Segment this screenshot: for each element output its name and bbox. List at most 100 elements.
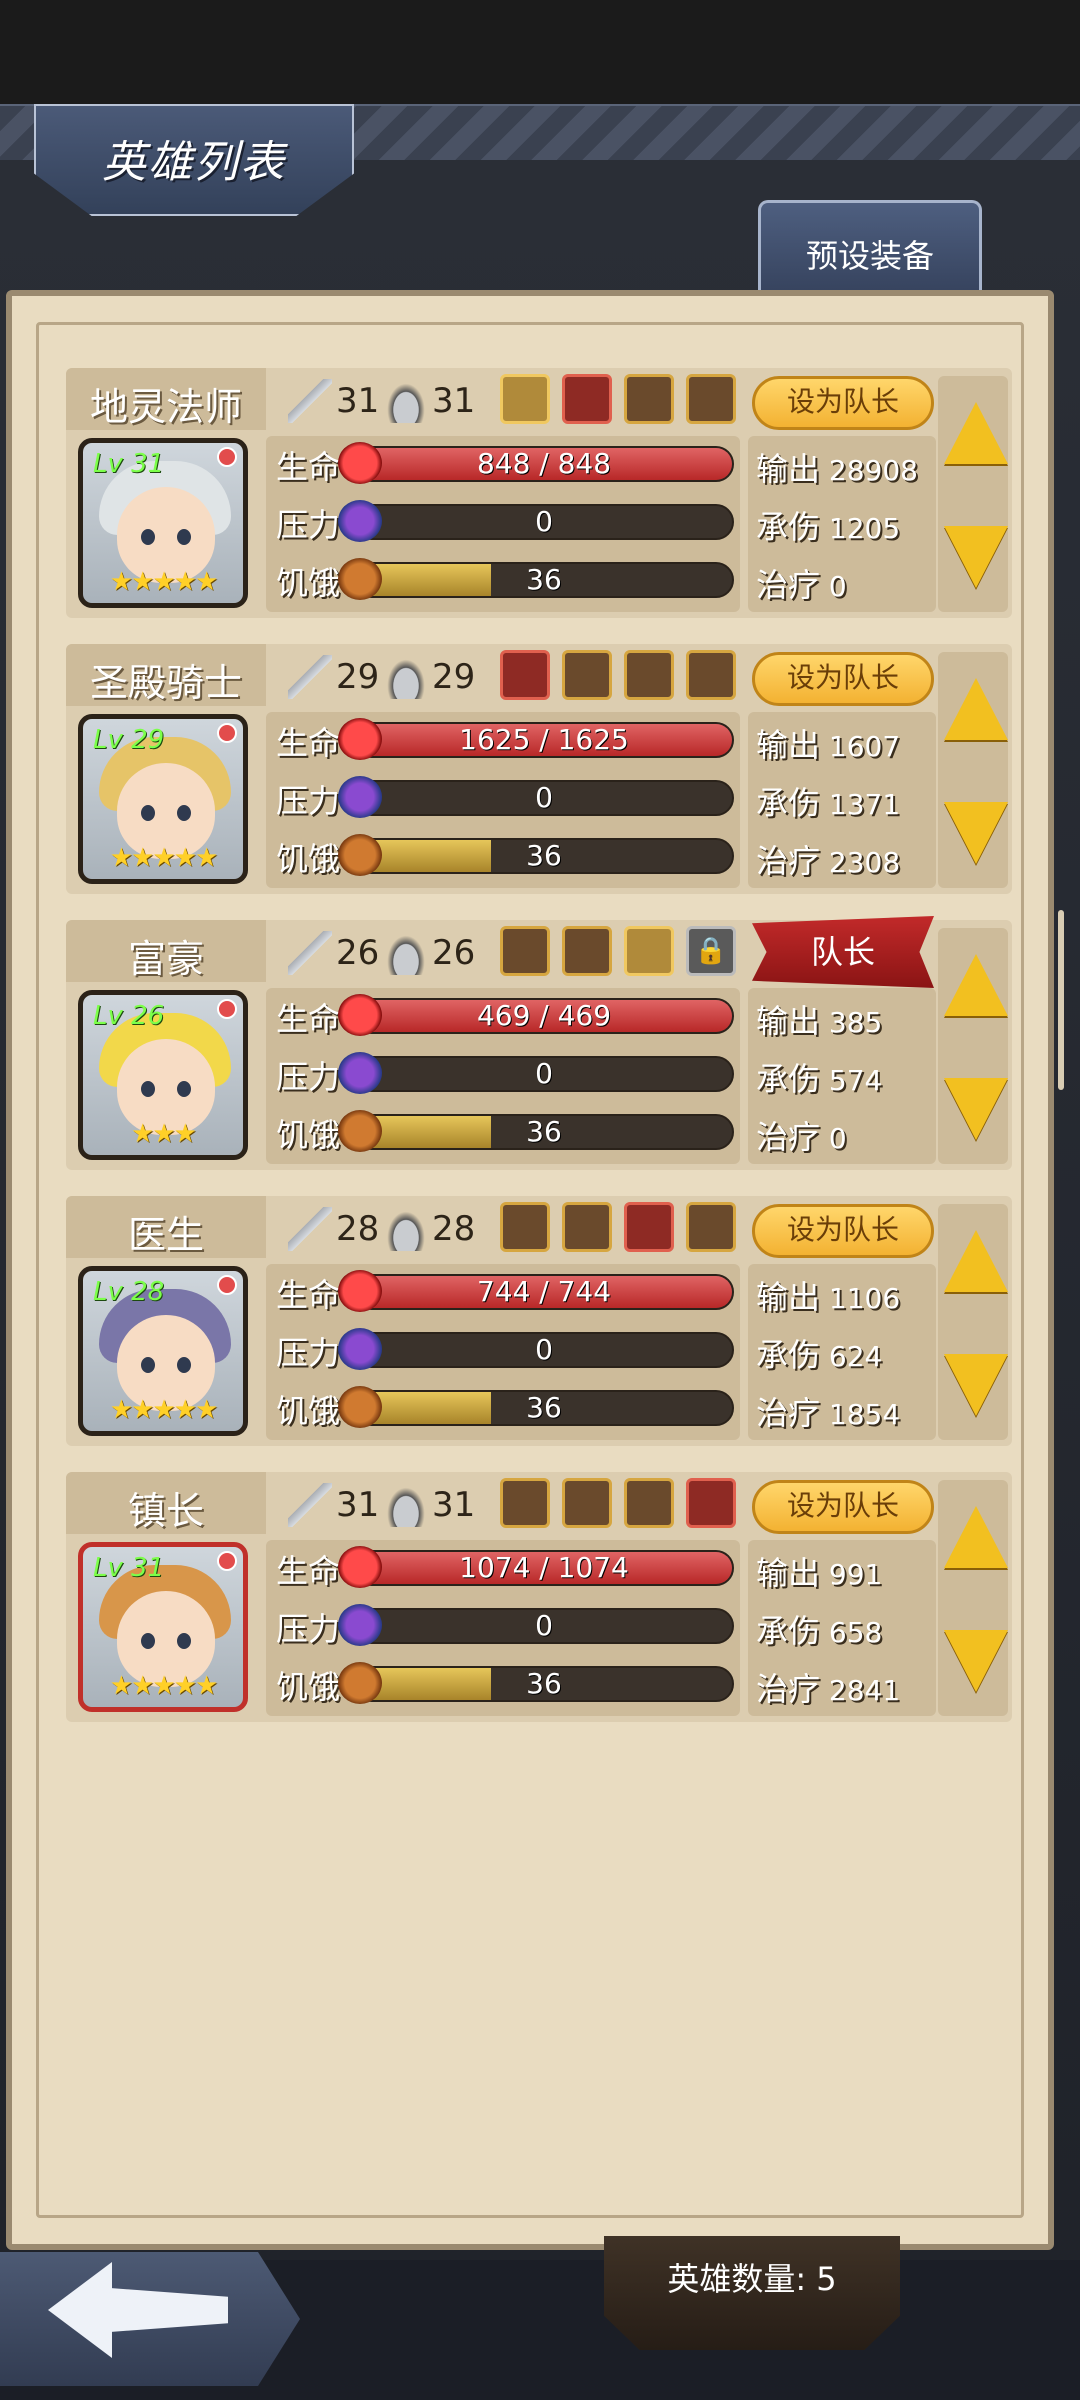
- heal-stat: 治疗 2308: [756, 836, 936, 882]
- scroll-icon[interactable]: [562, 1202, 612, 1252]
- set-leader-button[interactable]: 设为队长: [752, 376, 934, 430]
- combat-stats: 输出 28908 承伤 1205 治疗 0: [748, 436, 936, 612]
- ring-icon[interactable]: [624, 374, 674, 424]
- fire-gem-icon[interactable]: [500, 650, 550, 700]
- hero-stars: ★★★★★: [109, 1671, 219, 1701]
- book-icon[interactable]: [500, 1478, 550, 1528]
- status-bar-area: [0, 0, 1080, 104]
- hunger-bar: 36: [354, 1390, 734, 1426]
- stress-bar: 0: [354, 504, 734, 540]
- move-down-icon[interactable]: [944, 526, 1008, 588]
- hp-label: 生命: [276, 1276, 341, 1314]
- stress-icon: [338, 500, 382, 542]
- ring-icon[interactable]: [562, 1478, 612, 1528]
- move-down-icon[interactable]: [944, 1078, 1008, 1140]
- attack-value: 26: [336, 933, 380, 973]
- set-leader-button[interactable]: 设为队长: [752, 652, 934, 706]
- stress-label: 压力: [276, 782, 341, 820]
- hero-name: 医生: [127, 1213, 204, 1257]
- shield-icon[interactable]: [624, 650, 674, 700]
- meat-icon: [338, 1386, 382, 1428]
- hero-portrait[interactable]: Lv 28 ★★★★★: [78, 1266, 248, 1436]
- hp-bar: 848 / 848: [354, 446, 734, 482]
- defense-value: 31: [432, 1485, 476, 1525]
- move-up-icon[interactable]: [944, 402, 1008, 464]
- stress-icon: [338, 776, 382, 818]
- vital-stats: 生命 848 / 848 压力 0 饥饿 36: [266, 436, 740, 612]
- move-down-icon[interactable]: [944, 1354, 1008, 1416]
- damage-taken-label: 承伤: [756, 784, 821, 822]
- hunger-value: 36: [526, 1391, 562, 1424]
- hero-row[interactable]: 镇长 Lv 31 ★★★★★ 31 31 设为队长 生命 1074 / 1074…: [66, 1472, 1012, 1722]
- damage-taken-value: 1371: [828, 788, 901, 821]
- cloak-icon[interactable]: [562, 926, 612, 976]
- scrollbar[interactable]: [1058, 910, 1064, 1090]
- move-down-icon[interactable]: [944, 1630, 1008, 1692]
- hero-portrait[interactable]: Lv 31 ★★★★★: [78, 438, 248, 608]
- set-leader-button[interactable]: 设为队长: [752, 1204, 934, 1258]
- output-label: 输出: [756, 1554, 821, 1592]
- move-down-icon[interactable]: [944, 802, 1008, 864]
- cloak-icon[interactable]: [686, 374, 736, 424]
- reorder-controls: [938, 928, 1008, 1164]
- output-stat: 输出 1607: [756, 720, 936, 766]
- hp-label: 生命: [276, 448, 341, 486]
- hunger-bar: 36: [354, 1114, 734, 1150]
- hp-row: 生命 848 / 848: [266, 440, 740, 486]
- wand-icon[interactable]: [500, 374, 550, 424]
- hero-nameplate: 地灵法师: [66, 368, 266, 430]
- spellbook-icon[interactable]: [500, 1202, 550, 1252]
- hunger-label: 饥饿: [276, 840, 341, 878]
- reorder-controls: [938, 1480, 1008, 1716]
- output-value: 1607: [828, 730, 901, 763]
- cross-swords-icon[interactable]: [562, 374, 612, 424]
- backpack-icon[interactable]: [624, 926, 674, 976]
- set-leader-button[interactable]: 设为队长: [752, 1480, 934, 1534]
- hp-bar: 469 / 469: [354, 998, 734, 1034]
- stress-bar: 0: [354, 1332, 734, 1368]
- meat-icon: [338, 834, 382, 876]
- combat-stats: 输出 1106 承伤 624 治疗 1854: [748, 1264, 936, 1440]
- sword-icon: [288, 1483, 332, 1527]
- move-up-icon[interactable]: [944, 1230, 1008, 1292]
- meat-icon: [338, 1662, 382, 1704]
- hero-portrait[interactable]: Lv 26 ★★★: [78, 990, 248, 1160]
- axe-icon[interactable]: [624, 1202, 674, 1252]
- hero-row[interactable]: 医生 Lv 28 ★★★★★ 28 28 设为队长 生命 744 / 744 压…: [66, 1196, 1012, 1446]
- move-up-icon[interactable]: [944, 678, 1008, 740]
- sword-icon: [288, 931, 332, 975]
- attack-value: 29: [336, 657, 380, 697]
- stress-value: 0: [535, 1609, 553, 1642]
- hunger-value: 36: [526, 1115, 562, 1148]
- attack-stat: 26: [288, 928, 379, 978]
- hero-row[interactable]: 地灵法师 Lv 31 ★★★★★ 31 31 设为队长 生命 848 / 848…: [66, 368, 1012, 618]
- output-value: 1106: [828, 1282, 901, 1315]
- witch-hat-icon[interactable]: [686, 1478, 736, 1528]
- hero-row[interactable]: 圣殿骑士 Lv 29 ★★★★★ 29 29 设为队长 生命 1625 / 16…: [66, 644, 1012, 894]
- heal-value: 1854: [828, 1398, 901, 1431]
- hunger-value: 36: [526, 563, 562, 596]
- hero-portrait[interactable]: Lv 29 ★★★★★: [78, 714, 248, 884]
- notification-dot: [217, 1275, 237, 1295]
- lock-icon[interactable]: 🔒: [686, 926, 736, 976]
- move-up-icon[interactable]: [944, 1506, 1008, 1568]
- output-label: 输出: [756, 726, 821, 764]
- hero-row[interactable]: 富豪 Lv 26 ★★★ 26 26 🔒 队长 生命 469 / 469 压力 …: [66, 916, 1012, 1170]
- move-up-icon[interactable]: [944, 954, 1008, 1016]
- heal-value: 2308: [828, 846, 901, 879]
- page-title: 英雄列表: [102, 137, 286, 188]
- preset-equipment-button[interactable]: 预设装备: [758, 200, 982, 290]
- hero-portrait[interactable]: Lv 31 ★★★★★: [78, 1542, 248, 1712]
- sword-icon: [288, 1207, 332, 1251]
- damage-taken-value: 574: [828, 1064, 883, 1097]
- shield-icon[interactable]: [686, 1202, 736, 1252]
- output-stat: 输出 28908: [756, 444, 936, 490]
- notification-dot: [217, 447, 237, 467]
- helmet-icon[interactable]: [624, 1478, 674, 1528]
- hunger-row: 饥饿 36: [266, 1660, 740, 1706]
- hunger-label: 饥饿: [276, 1668, 341, 1706]
- wings-icon[interactable]: [562, 650, 612, 700]
- boot-icon[interactable]: [686, 650, 736, 700]
- notification-dot: [217, 1551, 237, 1571]
- coin-bag-icon[interactable]: [500, 926, 550, 976]
